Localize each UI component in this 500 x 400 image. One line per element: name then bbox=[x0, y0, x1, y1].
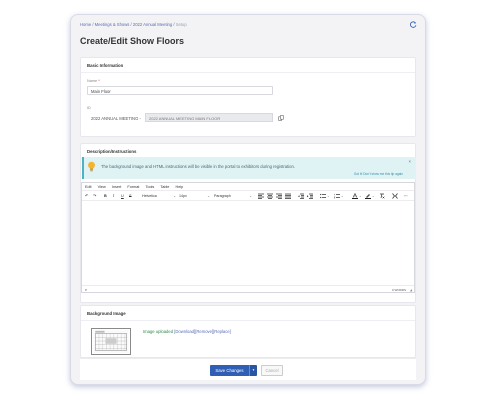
copy-icon[interactable] bbox=[278, 115, 284, 121]
underline-icon[interactable]: U bbox=[121, 193, 124, 199]
required-mark: * bbox=[98, 79, 100, 83]
redo-icon[interactable]: ↷ bbox=[93, 193, 96, 199]
refresh-icon[interactable] bbox=[410, 21, 417, 28]
lightbulb-icon bbox=[88, 161, 95, 172]
more-icon[interactable]: ··· bbox=[404, 193, 408, 199]
strikethrough-icon[interactable]: S bbox=[129, 193, 132, 199]
chevron-down-icon: ▾ bbox=[252, 368, 255, 372]
replace-link[interactable]: [Replace] bbox=[213, 329, 231, 334]
numbered-list-icon[interactable] bbox=[334, 193, 340, 199]
text-color-icon[interactable] bbox=[352, 193, 358, 199]
undo-icon[interactable]: ↶ bbox=[85, 193, 88, 199]
bold-icon[interactable]: B bbox=[104, 193, 107, 199]
floor-plan-thumbnail bbox=[91, 328, 131, 355]
align-center-icon[interactable] bbox=[267, 193, 273, 199]
font-size-select[interactable]: 14px ⌄ bbox=[179, 193, 210, 199]
description-card: Description/Instructions The background … bbox=[80, 143, 416, 303]
block-format-select[interactable]: Paragraph ⌄ bbox=[214, 193, 252, 199]
remove-link[interactable]: [Remove] bbox=[195, 329, 213, 334]
outdent-icon[interactable] bbox=[298, 193, 304, 199]
download-label: Download bbox=[175, 329, 195, 334]
id-label: ID bbox=[87, 106, 91, 110]
block-format-value: Paragraph bbox=[214, 194, 231, 198]
basic-information-title: Basic Information bbox=[81, 58, 415, 73]
name-label: Name * bbox=[87, 79, 100, 83]
menu-tools[interactable]: Tools bbox=[145, 185, 154, 189]
chevron-down-icon[interactable]: ⌄ bbox=[372, 193, 375, 199]
clear-formatting-icon[interactable] bbox=[379, 193, 385, 199]
breadcrumb-meetings[interactable]: Meetings & Shows bbox=[95, 22, 130, 27]
editor-content-area[interactable] bbox=[82, 202, 414, 286]
name-input[interactable]: Main Floor bbox=[87, 86, 273, 95]
editor-menubar: Edit View Insert Format Tools Table Help bbox=[82, 183, 414, 191]
editor-statusbar: P 0 WORDS ◢ bbox=[82, 285, 414, 292]
word-count: 0 WORDS bbox=[391, 287, 406, 292]
resize-handle-icon[interactable]: ◢ bbox=[410, 288, 412, 292]
save-changes-button[interactable]: Save Changes bbox=[210, 365, 249, 376]
menu-format[interactable]: Format bbox=[127, 185, 139, 189]
background-image-title: Background Image bbox=[81, 306, 415, 321]
id-input: 2022 ANNUAL MEETING MAIN FLOOR bbox=[145, 113, 273, 122]
close-icon[interactable]: × bbox=[409, 159, 411, 164]
font-family-select[interactable]: Helvetica ⌄ bbox=[142, 193, 176, 199]
rich-text-editor: Edit View Insert Format Tools Table Help… bbox=[81, 182, 415, 293]
breadcrumb-meeting[interactable]: 2022 Annual Meeting bbox=[133, 22, 172, 27]
page-title: Create/Edit Show Floors bbox=[80, 36, 185, 46]
chevron-down-icon: ⌄ bbox=[249, 194, 252, 198]
upload-status-text: Image uploaded bbox=[143, 329, 174, 334]
dismiss-tip-link[interactable]: Got it! Don't show me this tip again bbox=[354, 172, 403, 176]
align-justify-icon[interactable] bbox=[285, 193, 291, 199]
replace-label: Replace bbox=[214, 329, 230, 334]
menu-edit[interactable]: Edit bbox=[85, 185, 92, 189]
id-prefix: 2022 ANNUAL MEETING - bbox=[91, 116, 141, 121]
breadcrumb-home[interactable]: Home bbox=[80, 22, 91, 27]
italic-icon[interactable]: I bbox=[113, 193, 114, 199]
form-footer: Save Changes ▾ Cancel bbox=[80, 358, 416, 380]
cancel-button[interactable]: Cancel bbox=[261, 365, 283, 376]
editor-toolbar: ↶ ↷ B I U S Helvetica ⌄ 14px ⌄ Paragraph ⌄ … bbox=[82, 191, 414, 201]
info-alert: The background image and HTML instructio… bbox=[82, 157, 416, 179]
breadcrumb-current: Setup bbox=[175, 22, 187, 27]
chevron-down-icon: ⌄ bbox=[207, 194, 210, 198]
align-left-icon[interactable] bbox=[258, 193, 264, 199]
download-link[interactable]: [Download] bbox=[174, 329, 195, 334]
chevron-down-icon[interactable]: ⌄ bbox=[359, 193, 362, 199]
save-options-dropdown[interactable]: ▾ bbox=[249, 365, 257, 376]
basic-information-card: Basic Information Name * Main Floor ID 2… bbox=[80, 57, 416, 137]
upload-status: Image uploaded [Download][Remove][Replac… bbox=[143, 329, 231, 334]
align-right-icon[interactable] bbox=[276, 193, 282, 199]
menu-insert[interactable]: Insert bbox=[112, 185, 122, 189]
app-window: Home / Meetings & Shows / 2022 Annual Me… bbox=[70, 14, 426, 385]
name-label-text: Name bbox=[87, 79, 98, 83]
chevron-down-icon[interactable]: ⌄ bbox=[327, 193, 330, 199]
font-family-value: Helvetica bbox=[142, 194, 157, 198]
bullet-list-icon[interactable] bbox=[320, 193, 326, 199]
chevron-down-icon[interactable]: ⌄ bbox=[341, 193, 344, 199]
menu-view[interactable]: View bbox=[98, 185, 106, 189]
menu-table[interactable]: Table bbox=[160, 185, 169, 189]
menu-help[interactable]: Help bbox=[175, 185, 183, 189]
breadcrumb: Home / Meetings & Shows / 2022 Annual Me… bbox=[80, 22, 187, 27]
chevron-down-icon: ⌄ bbox=[173, 194, 176, 198]
highlight-color-icon[interactable] bbox=[365, 193, 371, 199]
remove-label: Remove bbox=[196, 329, 212, 334]
status-path: P bbox=[85, 287, 88, 292]
info-message: The background image and HTML instructio… bbox=[101, 164, 295, 169]
background-image-card: Background Image Image uploaded [Downloa… bbox=[80, 305, 416, 358]
source-code-icon[interactable] bbox=[392, 193, 398, 199]
indent-icon[interactable] bbox=[307, 193, 313, 199]
font-size-value: 14px bbox=[179, 194, 187, 198]
